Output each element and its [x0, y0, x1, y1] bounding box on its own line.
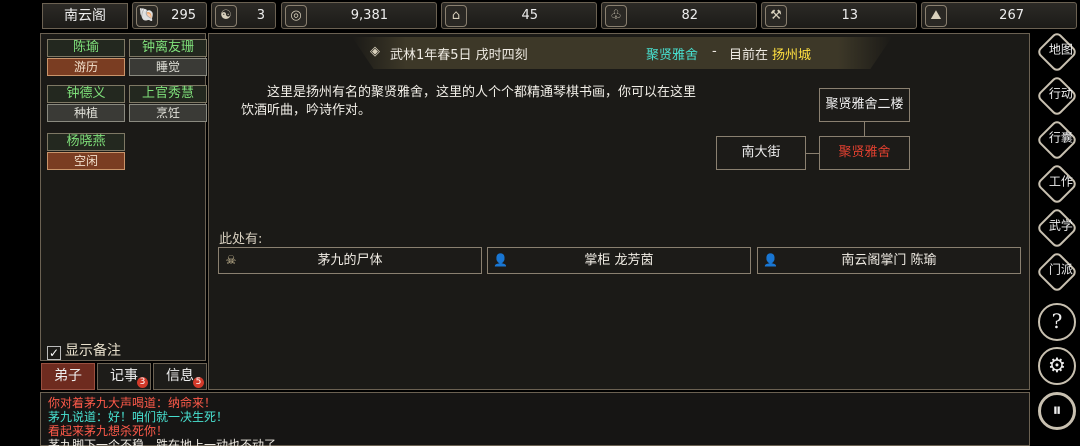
resource-value: 267: [999, 8, 1024, 23]
herb-icon: ♧: [605, 5, 627, 27]
entity-label: 南云阁掌门 陈瑜: [841, 253, 937, 268]
disciple-name: 杨晓燕: [47, 133, 125, 151]
food-icon: ⌂: [445, 5, 467, 27]
log-line: 看起来茅九想杀死你！: [48, 424, 169, 438]
here-label: 此处有:: [219, 232, 263, 247]
resource-value: 45: [521, 8, 538, 23]
map-connector-vertical: [864, 122, 865, 136]
entity-label: 掌柜 龙芳茵: [584, 253, 654, 268]
person-icon: 👤: [493, 253, 508, 267]
gear-icon: ⚙: [1048, 353, 1066, 377]
ore-icon: ⛰: [925, 5, 947, 27]
log-line: 你对着茅九大声喝道：纳命来！: [48, 396, 217, 410]
skull-icon: ☠: [225, 253, 237, 267]
disciple-status: 睡觉: [129, 58, 207, 76]
disciple-card[interactable]: 杨晓燕 空闲: [47, 133, 125, 173]
calendar-icon: ◈: [370, 44, 380, 59]
person-icon: 👤: [763, 253, 778, 267]
show-notes-toggle[interactable]: ✓ 显示备注: [47, 340, 121, 360]
help-icon: ?: [1051, 309, 1063, 333]
disciple-status: 空闲: [47, 152, 125, 170]
game-date: 武林1年春5日 戌时四刻: [390, 48, 528, 63]
entity-sect-master[interactable]: 👤 南云阁掌门 陈瑜: [757, 247, 1021, 274]
wood-icon: ⚒: [765, 5, 787, 27]
disciple-panel: 陈瑜 游历 钟离友珊 睡觉 钟德义 种植 上官秀慧 烹饪 杨晓燕 空闲 ✓ 显示备…: [40, 33, 207, 361]
entity-label: 茅九的尸体: [317, 253, 383, 268]
current-prefix: 目前在: [729, 48, 769, 63]
map-button[interactable]: 地图: [1035, 30, 1079, 74]
map-connector-horizontal: [806, 153, 820, 154]
disciple-name: 陈瑜: [47, 39, 125, 57]
show-notes-label: 显示备注: [65, 343, 121, 359]
room-upstairs[interactable]: 聚贤雅舍二楼: [819, 88, 910, 122]
tab-label: 弟子: [54, 368, 82, 384]
tab-label: 记事: [110, 368, 138, 384]
disciple-name: 钟德义: [47, 85, 125, 103]
side-menu: 地图 行动 行囊 工作 武学 门派 ? ⚙ ⏸: [1033, 30, 1080, 446]
pause-button[interactable]: ⏸: [1038, 392, 1076, 430]
resource-value: 82: [681, 8, 698, 23]
resource-value: 3: [256, 8, 265, 23]
resource-coin[interactable]: ◎ 9,381: [281, 2, 437, 29]
city-name: 扬州城: [772, 48, 812, 63]
resource-yinyang[interactable]: ☯ 3: [211, 2, 276, 29]
location-panel: ◈ 武林1年春5日 戌时四刻 聚贤雅舍 - 目前在 扬州城 这里是扬州有名的聚贤…: [208, 33, 1030, 390]
checkbox-icon: ✓: [47, 346, 61, 360]
map-icon: 地图: [1048, 42, 1073, 57]
notification-badge: 5: [193, 377, 204, 388]
pause-icon: ⏸: [1052, 400, 1062, 421]
help-button[interactable]: ?: [1038, 303, 1076, 341]
martial-arts-icon: 武学: [1048, 218, 1073, 233]
bag-icon: 行囊: [1048, 130, 1073, 145]
settings-button[interactable]: ⚙: [1038, 347, 1076, 385]
coin-icon: ◎: [285, 5, 307, 27]
resource-wood[interactable]: ⚒ 13: [761, 2, 917, 29]
resource-bar: 🐚 295 ☯ 3 ◎ 9,381 ⌂ 45 ♧ 82 ⚒ 13 ⛰ 267: [40, 2, 1080, 30]
location-header: ◈ 武林1年春5日 戌时四刻 聚贤雅舍 - 目前在 扬州城: [352, 37, 892, 69]
disciple-card[interactable]: 钟德义 种植: [47, 85, 125, 125]
entity-shopkeeper[interactable]: 👤 掌柜 龙芳茵: [487, 247, 751, 274]
notification-badge: 3: [137, 377, 148, 388]
disciple-card[interactable]: 上官秀慧 烹饪: [129, 85, 207, 125]
tab-messages[interactable]: 信息 5: [153, 363, 207, 390]
resource-value: 9,381: [350, 8, 388, 23]
resource-shell[interactable]: 🐚 295: [132, 2, 207, 29]
resource-value: 295: [171, 8, 196, 23]
tab-journal[interactable]: 记事 3: [97, 363, 151, 390]
yinyang-icon: ☯: [215, 5, 237, 27]
shell-icon: 🐚: [136, 5, 158, 27]
work-button[interactable]: 工作: [1035, 162, 1079, 206]
disciple-name: 上官秀慧: [129, 85, 207, 103]
tab-disciples[interactable]: 弟子: [41, 363, 95, 390]
entity-corpse[interactable]: ☠ 茅九的尸体: [218, 247, 482, 274]
log-line: 茅九说道：好！咱们就一决生死！: [48, 410, 229, 424]
disciple-status: 种植: [47, 104, 125, 122]
disciple-card[interactable]: 陈瑜 游历: [47, 39, 125, 79]
sect-name-button[interactable]: 南云阁: [42, 3, 128, 29]
resource-food[interactable]: ⌂ 45: [441, 2, 597, 29]
header-separator: -: [712, 44, 717, 59]
tab-label: 信息: [166, 368, 194, 384]
location-description: 这里是扬州有名的聚贤雅舍，这里的人个个都精通琴棋书画，你可以在这里饮酒听曲，吟诗…: [241, 85, 697, 118]
disciple-card[interactable]: 钟离友珊 睡觉: [129, 39, 207, 79]
room-current[interactable]: 聚贤雅舍: [819, 136, 910, 170]
location-name: 聚贤雅舍: [646, 48, 699, 63]
disciple-status: 烹饪: [129, 104, 207, 122]
room-street[interactable]: 南大街: [716, 136, 806, 170]
resource-value: 13: [841, 8, 858, 23]
disciple-name: 钟离友珊: [129, 39, 207, 57]
log-line: 茅九脚下一个不稳，跌在地上一动也不动了。: [48, 438, 289, 446]
work-icon: 工作: [1048, 174, 1073, 189]
inventory-button[interactable]: 行囊: [1035, 118, 1079, 162]
sect-button[interactable]: 门派: [1035, 250, 1079, 294]
martial-arts-button[interactable]: 武学: [1035, 206, 1079, 250]
action-icon: 行动: [1048, 86, 1073, 101]
action-button[interactable]: 行动: [1035, 74, 1079, 118]
resource-herb[interactable]: ♧ 82: [601, 2, 757, 29]
disciple-status: 游历: [47, 58, 125, 76]
message-log[interactable]: 你对着茅九大声喝道：纳命来！ 茅九说道：好！咱们就一决生死！ 看起来茅九想杀死你…: [40, 392, 1030, 446]
resource-ore[interactable]: ⛰ 267: [921, 2, 1077, 29]
sect-icon: 门派: [1048, 262, 1073, 277]
